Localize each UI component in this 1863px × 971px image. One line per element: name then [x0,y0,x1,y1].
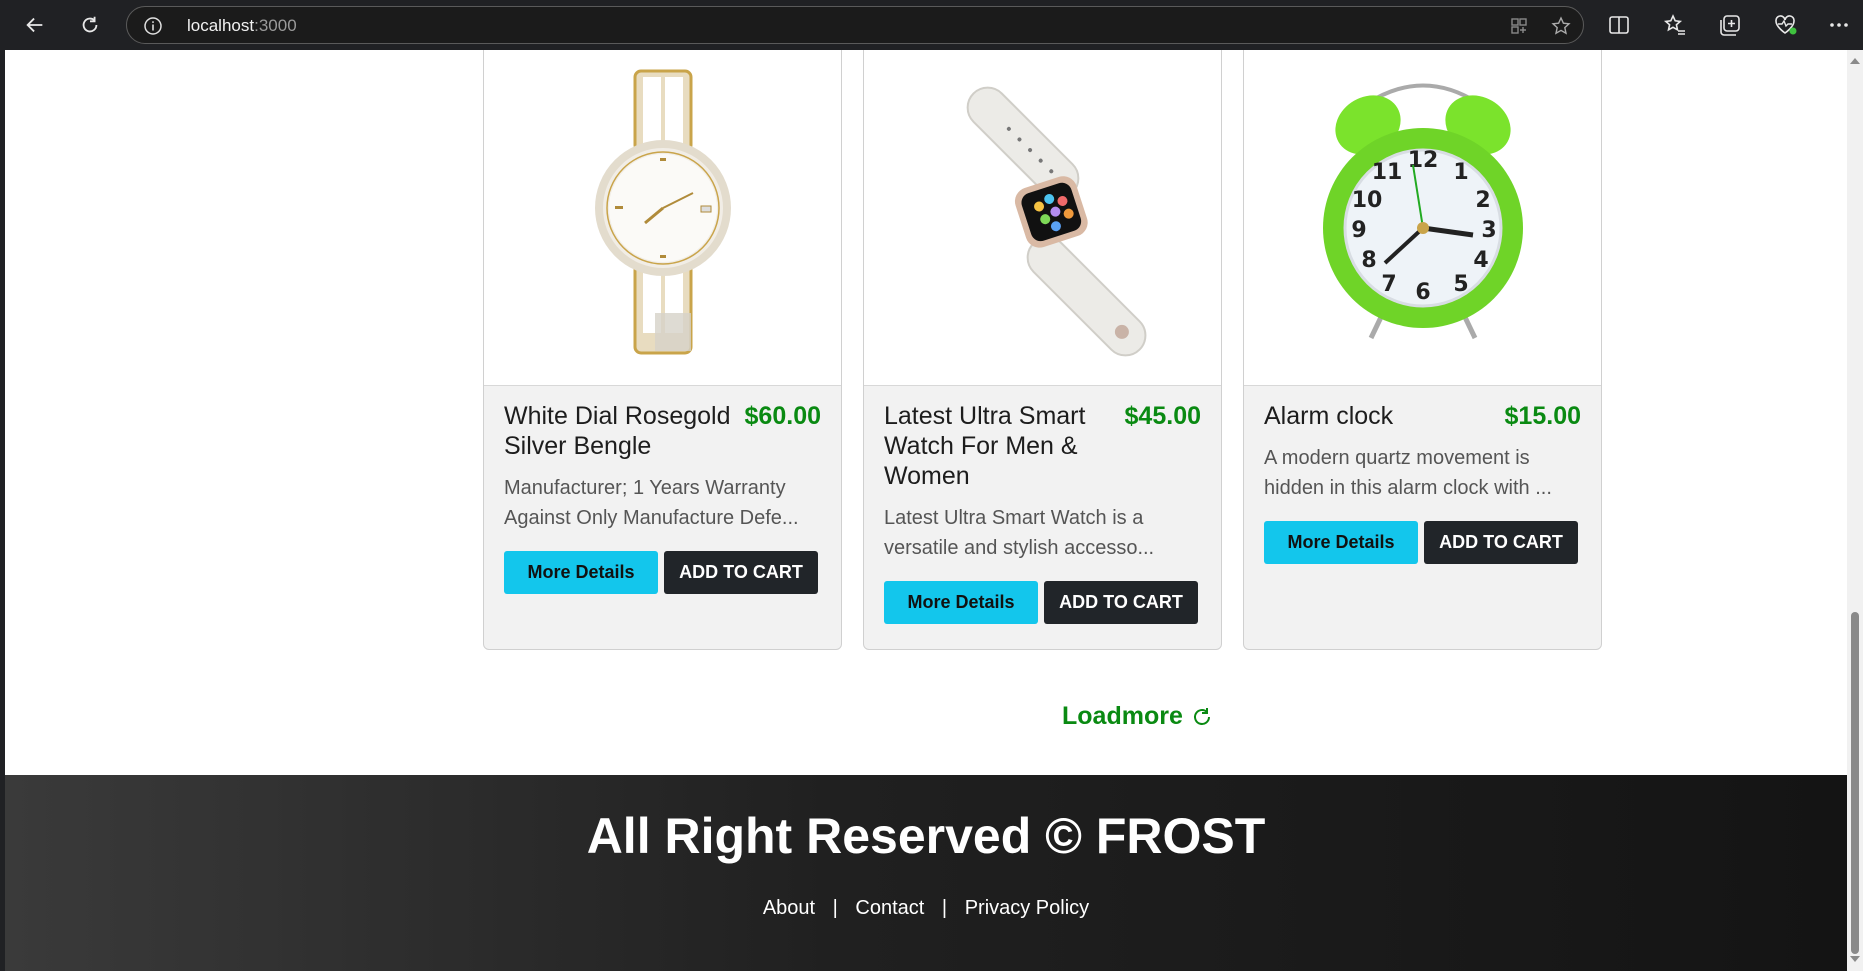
svg-text:12: 12 [1407,148,1438,173]
svg-text:8: 8 [1361,248,1376,273]
product-card: Latest Ultra Smart Watch For Men & Women… [863,50,1222,650]
add-to-cart-button[interactable]: ADD TO CART [664,551,818,594]
svg-text:10: 10 [1351,188,1382,213]
footer-links: About | Contact | Privacy Policy [5,897,1847,920]
more-details-button[interactable]: More Details [504,551,658,594]
footer-separator: | [832,897,838,919]
svg-text:3: 3 [1481,218,1496,243]
svg-text:1: 1 [1453,160,1468,185]
product-image[interactable] [484,50,841,386]
split-screen-icon[interactable] [1606,12,1632,38]
product-name: Latest Ultra Smart Watch For Men & Women [884,402,1086,490]
svg-text:4: 4 [1473,248,1488,273]
product-price: $60.00 [744,402,821,430]
footer-separator: | [941,897,948,919]
address-bar[interactable]: localhost:3000 [126,6,1584,44]
refresh-button[interactable] [73,9,107,41]
favorites-icon[interactable] [1662,12,1688,38]
product-image[interactable] [864,50,1221,386]
back-button[interactable] [18,9,52,41]
footer-link-about[interactable]: About [763,897,815,919]
svg-text:11: 11 [1371,160,1402,185]
product-price: $15.00 [1504,402,1581,430]
footer-link-contact[interactable]: Contact [855,897,924,919]
product-image[interactable]: 12 1 2 345 678 9 10 11 [1244,50,1601,386]
alarm-clock-image: 12 12 345 678 91011 [1322,83,1523,340]
product-description: A modern quartz movement is hidden in th… [1264,447,1552,499]
add-to-cart-button[interactable]: ADD TO CART [1424,521,1578,564]
product-card: White Dial Rosegold Silver Bengle $60.00… [483,50,842,650]
more-icon[interactable] [1826,12,1852,38]
product-name: White Dial Rosegold Silver Bengle [504,402,731,460]
scroll-up-arrow-icon[interactable] [1850,58,1860,64]
product-card: 12 1 2 345 678 9 10 11 Alarm clock $15.00 A … [1243,50,1602,650]
scroll-down-arrow-icon[interactable] [1850,956,1860,962]
browser-toolbar: localhost:3000 [0,0,1863,50]
page-viewport: White Dial Rosegold Silver Bengle $60.00… [5,50,1847,971]
svg-text:6: 6 [1415,280,1430,305]
add-to-cart-button[interactable]: ADD TO CART [1044,581,1198,624]
smart-watch-image [966,86,1146,357]
info-icon[interactable] [143,16,163,36]
star-icon[interactable] [1551,16,1571,36]
health-icon[interactable] [1772,12,1798,38]
svg-text:7: 7 [1381,272,1396,297]
product-price: $45.00 [1124,402,1201,430]
loadmore-button[interactable]: Loadmore [1062,702,1213,731]
more-details-button[interactable]: More Details [1264,521,1418,564]
reload-spin-icon [1193,707,1210,725]
footer-copyright: All Right Reserved © FROST [586,808,1266,864]
site-footer: All Right Reserved © FROST About | Conta… [5,775,1847,971]
product-description: Latest Ultra Smart Watch is a versatile … [884,507,1155,559]
collections-icon[interactable] [1717,12,1743,38]
back-arrow-icon [26,17,43,33]
svg-text:2: 2 [1475,188,1490,213]
vertical-scrollbar[interactable] [1847,50,1863,971]
refresh-icon [82,16,98,33]
loadmore-label: Loadmore [1062,702,1183,730]
product-name: Alarm clock [1264,402,1394,430]
product-description: Manufacturer; 1 Years Warranty Against O… [504,477,799,529]
more-details-button[interactable]: More Details [884,581,1038,624]
apps-icon[interactable] [1509,16,1529,36]
svg-text:5: 5 [1453,272,1468,297]
gold-watch-image [594,69,731,355]
url-text: localhost:3000 [187,16,297,35]
footer-link-privacy-policy[interactable]: Privacy Policy [965,897,1089,919]
scrollbar-thumb[interactable] [1851,612,1859,954]
svg-text:9: 9 [1351,218,1366,243]
